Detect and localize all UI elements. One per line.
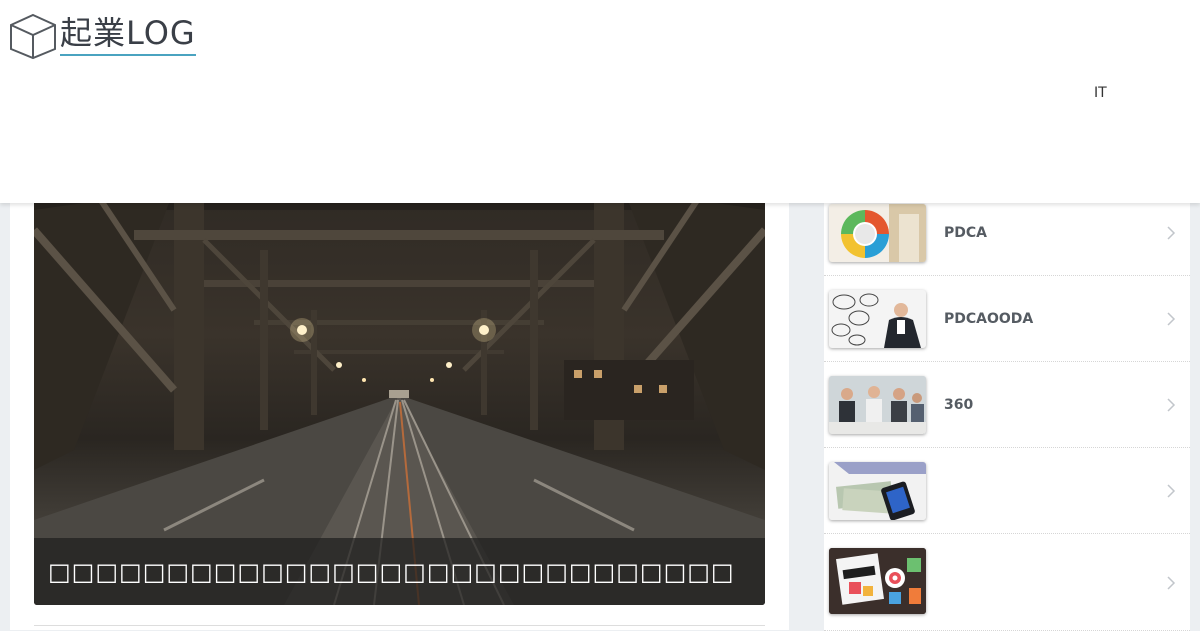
office-meeting-image bbox=[829, 376, 926, 434]
featured-article-card[interactable]: □□□□□□□□□□□□□□□□□□□□□□□□□□□□□ bbox=[34, 190, 765, 605]
sidebar-article-list: PDCA PDCAOODA 360 bbox=[824, 190, 1190, 631]
sidebar-item-title: PDCAOODA bbox=[944, 310, 1034, 327]
divider bbox=[34, 625, 765, 626]
chevron-right-icon bbox=[1167, 484, 1176, 498]
chevron-right-icon bbox=[1167, 312, 1176, 326]
sidebar-item-title: 360 bbox=[944, 396, 974, 413]
chevron-right-icon bbox=[1167, 398, 1176, 412]
cube-logo-icon bbox=[10, 13, 56, 60]
sidebar-item-pdcaooda[interactable]: PDCAOODA bbox=[824, 276, 1190, 362]
businessman-thinking-image bbox=[829, 290, 926, 348]
sidebar-item-5[interactable] bbox=[824, 534, 1190, 631]
money-and-phone-image bbox=[829, 462, 926, 520]
sidebar-item-4[interactable] bbox=[824, 448, 1190, 534]
pdca-cycle-image bbox=[829, 204, 926, 262]
startup-collage-image bbox=[829, 548, 926, 614]
site-header: 起業LOG IT bbox=[0, 0, 1200, 203]
site-logo-text: 起業LOG bbox=[60, 14, 196, 56]
featured-article-caption: □□□□□□□□□□□□□□□□□□□□□□□□□□□□□ bbox=[34, 538, 765, 605]
site-logo[interactable]: 起業LOG bbox=[8, 12, 218, 60]
featured-article-title[interactable]: □□□□□□□□□□□□□□□□□□□□□□□□□□□□□ bbox=[34, 558, 735, 586]
nav-item-it[interactable]: IT bbox=[1094, 85, 1107, 101]
chevron-right-icon bbox=[1167, 576, 1176, 590]
sidebar-item-360[interactable]: 360 bbox=[824, 362, 1190, 448]
chevron-right-icon bbox=[1167, 226, 1176, 240]
